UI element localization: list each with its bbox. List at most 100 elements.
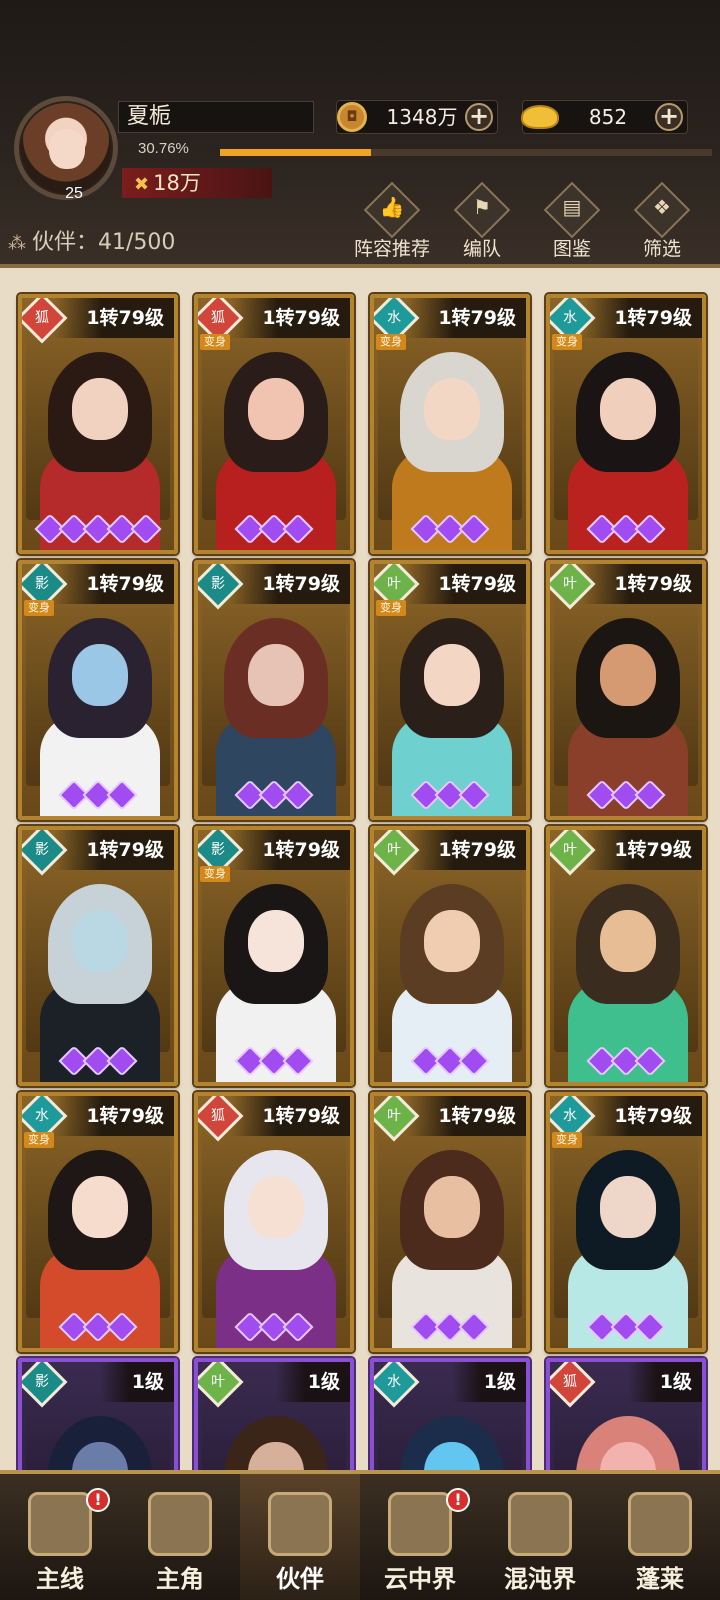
add-gold-button[interactable]: + — [655, 103, 683, 131]
player-level: 25 — [65, 185, 83, 202]
codex-button[interactable]: ▤ 图鉴 — [524, 181, 620, 262]
partner-level: 1转79级 — [230, 830, 350, 870]
partner-card[interactable]: 1转79级叶 — [370, 826, 530, 1086]
nav-tab[interactable]: 伙伴 — [240, 1474, 360, 1600]
partner-portrait — [202, 320, 346, 550]
immortal-sage-icon — [628, 1492, 692, 1556]
star-rating — [198, 513, 350, 545]
partner-level: 1转79级 — [406, 830, 526, 870]
partner-level: 1转79级 — [582, 564, 702, 604]
nav-tab-label: 云中界 — [384, 1565, 456, 1593]
partner-card[interactable]: 1转79级水变身 — [18, 1092, 178, 1352]
combat-power-value: 18万 — [153, 171, 201, 195]
purple-star-icon — [458, 1311, 490, 1343]
partner-card[interactable]: 1转79级狐 — [194, 1092, 354, 1352]
portrait-face — [248, 910, 304, 972]
partner-portrait — [554, 586, 698, 816]
partner-level: 1转79级 — [406, 1096, 526, 1136]
nav-tab[interactable]: 云中界! — [360, 1474, 480, 1600]
purple-star-icon — [458, 779, 490, 811]
partner-card[interactable]: 1转79级影 — [194, 560, 354, 820]
partner-card[interactable]: 1转79级水变身 — [370, 294, 530, 554]
partner-card[interactable]: 1转79级影变身 — [194, 826, 354, 1086]
partner-portrait — [378, 320, 522, 550]
player-name: 夏栀 — [118, 101, 314, 133]
partner-card[interactable]: 1转79级叶 — [546, 560, 706, 820]
partner-level: 1转79级 — [54, 1096, 174, 1136]
partner-card[interactable]: 1级叶 — [194, 1358, 354, 1470]
star-rating — [22, 779, 174, 811]
partner-level: 1转79级 — [230, 564, 350, 604]
lineup-recommend-button[interactable]: 👍 阵容推荐 — [344, 181, 440, 262]
nav-tab[interactable]: 主线! — [0, 1474, 120, 1600]
partner-card[interactable]: 1级水 — [370, 1358, 530, 1470]
star-rating — [550, 779, 702, 811]
exp-percent: 30.76% — [138, 140, 189, 157]
portrait-face — [72, 644, 128, 706]
purple-star-icon — [282, 779, 314, 811]
gold-value: 852 — [588, 105, 628, 129]
filter-button[interactable]: ❖ 筛选 — [614, 181, 710, 262]
purple-star-icon — [282, 1311, 314, 1343]
partner-portrait — [202, 586, 346, 816]
nav-tab-label: 蓬莱 — [636, 1565, 684, 1593]
purple-star-icon — [282, 1045, 314, 1077]
purple-star-icon — [634, 1045, 666, 1077]
portrait-face — [600, 644, 656, 706]
star-rating — [198, 1045, 350, 1077]
portrait-face — [424, 1176, 480, 1238]
partner-portrait — [378, 586, 522, 816]
bottom-nav: 主线! 主角 伙伴 云中界! 混沌界 蓬莱 — [0, 1470, 720, 1600]
partner-card[interactable]: 1转79级水变身 — [546, 1092, 706, 1352]
partner-level: 1转79级 — [406, 298, 526, 338]
purple-star-icon — [106, 1311, 138, 1343]
partner-level: 1转79级 — [54, 830, 174, 870]
portrait-face — [248, 1176, 304, 1238]
star-rating — [374, 779, 526, 811]
nav-tab[interactable]: 混沌界 — [480, 1474, 600, 1600]
partner-card[interactable]: 1级影 — [18, 1358, 178, 1470]
top-header: 25 夏栀 30.76% ✖ 18万 ◘ 1348万 + 852 + ⁂ 伙伴：41… — [0, 0, 720, 268]
formation-button[interactable]: ⚑ 编队 — [434, 181, 530, 262]
star-rating — [198, 1311, 350, 1343]
partner-card[interactable]: 1转79级叶变身 — [370, 560, 530, 820]
purple-star-icon — [458, 1045, 490, 1077]
partner-card[interactable]: 1级狐 — [546, 1358, 706, 1470]
nav-tab[interactable]: 蓬莱 — [600, 1474, 720, 1600]
partner-card[interactable]: 1转79级水变身 — [546, 294, 706, 554]
nav-tab-label: 主角 — [156, 1565, 204, 1593]
star-rating — [550, 1311, 702, 1343]
transform-badge: 变身 — [200, 866, 230, 882]
coin-currency: ◘ 1348万 + — [336, 100, 498, 134]
add-coin-button[interactable]: + — [465, 103, 493, 131]
partner-level: 1转79级 — [582, 298, 702, 338]
partner-card[interactable]: 1转79级叶 — [370, 1092, 530, 1352]
portrait-face — [600, 378, 656, 440]
nav-tab-label: 混沌界 — [504, 1565, 576, 1593]
partner-portrait — [378, 1118, 522, 1348]
partner-card[interactable]: 1转79级狐变身 — [194, 294, 354, 554]
nav-tab-label: 伙伴 — [276, 1565, 324, 1593]
star-rating — [198, 779, 350, 811]
partner-count-value: 41/500 — [98, 230, 176, 255]
crossed-swords-icon — [28, 1492, 92, 1556]
partner-level: 1转79级 — [406, 564, 526, 604]
partner-count-label: 伙伴： — [32, 230, 99, 255]
purple-star-icon — [458, 513, 490, 545]
partner-card[interactable]: 1转79级狐 — [18, 294, 178, 554]
partner-card[interactable]: 1转79级影 — [18, 826, 178, 1086]
star-rating — [374, 513, 526, 545]
star-rating — [22, 1045, 174, 1077]
player-avatar[interactable]: 25 — [14, 96, 118, 202]
partner-card[interactable]: 1转79级叶 — [546, 826, 706, 1086]
partner-level: 1转79级 — [582, 830, 702, 870]
star-rating — [550, 1045, 702, 1077]
partner-card[interactable]: 1转79级影变身 — [18, 560, 178, 820]
nav-tab[interactable]: 主角 — [120, 1474, 240, 1600]
portrait-face — [248, 378, 304, 440]
star-rating — [550, 513, 702, 545]
exp-bar-fill — [220, 149, 372, 156]
chaos-statue-icon — [508, 1492, 572, 1556]
partner-portrait — [554, 1118, 698, 1348]
power-icon: ✖ — [134, 174, 150, 195]
